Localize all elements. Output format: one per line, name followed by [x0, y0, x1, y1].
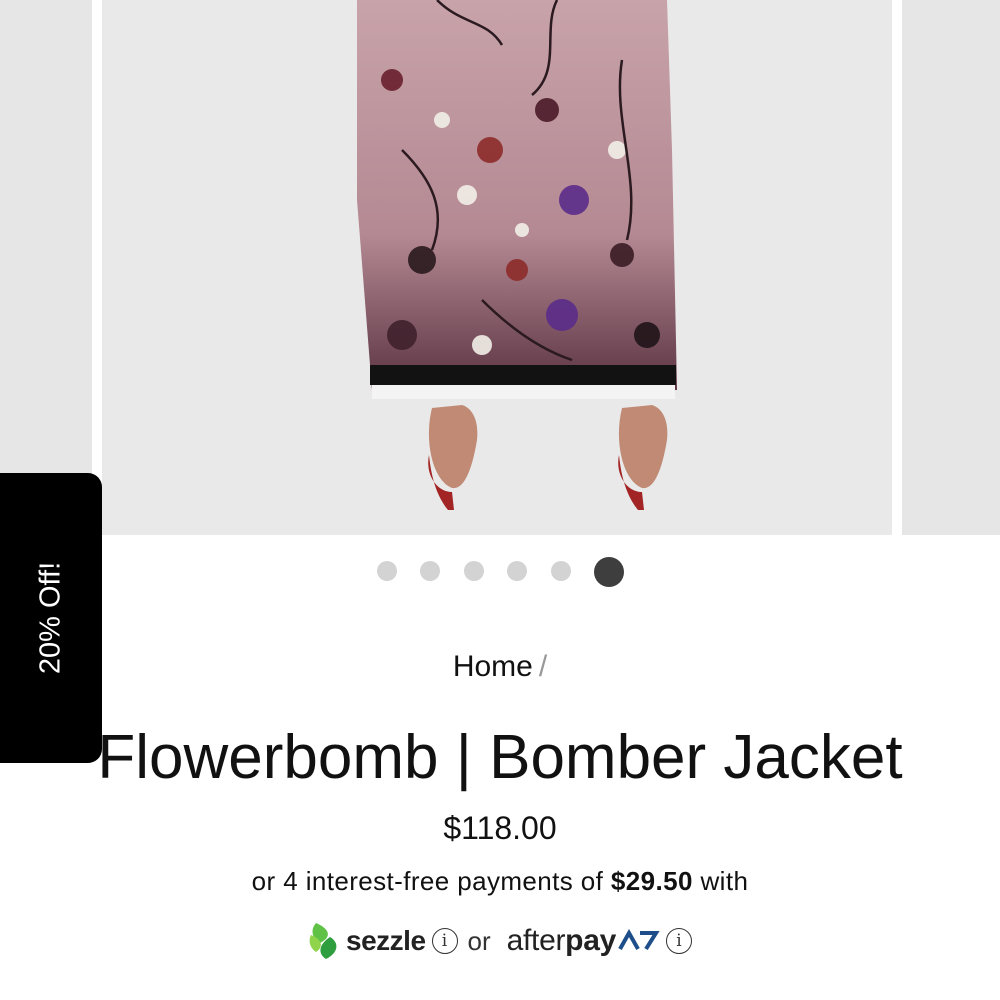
installment-suffix: with — [700, 866, 749, 896]
product-image-gallery[interactable] — [0, 0, 1000, 535]
installment-amount: $29.50 — [610, 866, 693, 896]
sezzle-leaf-icon — [309, 923, 337, 959]
afterpay-info-icon[interactable]: i — [665, 928, 692, 954]
promo-label: 20% Off! — [34, 561, 67, 675]
carousel-dot[interactable] — [464, 561, 484, 581]
next-slide-peek[interactable] — [902, 0, 1000, 535]
breadcrumb: Home / — [0, 650, 1000, 684]
breadcrumb-separator: / — [538, 650, 548, 683]
discount-promo-tab[interactable]: 20% Off! — [0, 473, 102, 763]
installment-message: or 4 interest-free payments of $29.50 wi… — [0, 866, 1000, 897]
carousel-pagination — [0, 557, 1000, 587]
carousel-dot[interactable] — [377, 561, 397, 581]
afterpay-wordmark-pay: pay — [565, 924, 616, 957]
model-photo — [102, 0, 892, 535]
carousel-dot-active[interactable] — [594, 557, 624, 587]
sezzle-wordmark: sezzle — [346, 925, 426, 956]
breadcrumb-home-link[interactable]: Home — [453, 650, 533, 683]
product-price: $118.00 — [443, 810, 557, 846]
product-image[interactable] — [102, 0, 892, 535]
previous-slide-peek[interactable] — [0, 0, 92, 535]
sezzle-info-icon[interactable]: i — [431, 928, 458, 954]
afterpay-wordmark-after: after — [506, 924, 566, 957]
afterpay-arrows-icon — [618, 929, 660, 951]
afterpay-logo[interactable]: after pay — [507, 924, 660, 958]
carousel-dot[interactable] — [507, 561, 527, 581]
installment-prefix: or 4 interest-free payments of — [251, 866, 604, 896]
sezzle-logo[interactable]: sezzle — [308, 921, 426, 961]
payment-or-text: or — [467, 925, 491, 956]
carousel-dot[interactable] — [551, 561, 571, 581]
payment-options-row: sezzle i or after pay i — [0, 918, 1000, 964]
carousel-dot[interactable] — [420, 561, 440, 581]
product-title: Flowerbomb | Bomber Jacket — [97, 723, 903, 792]
